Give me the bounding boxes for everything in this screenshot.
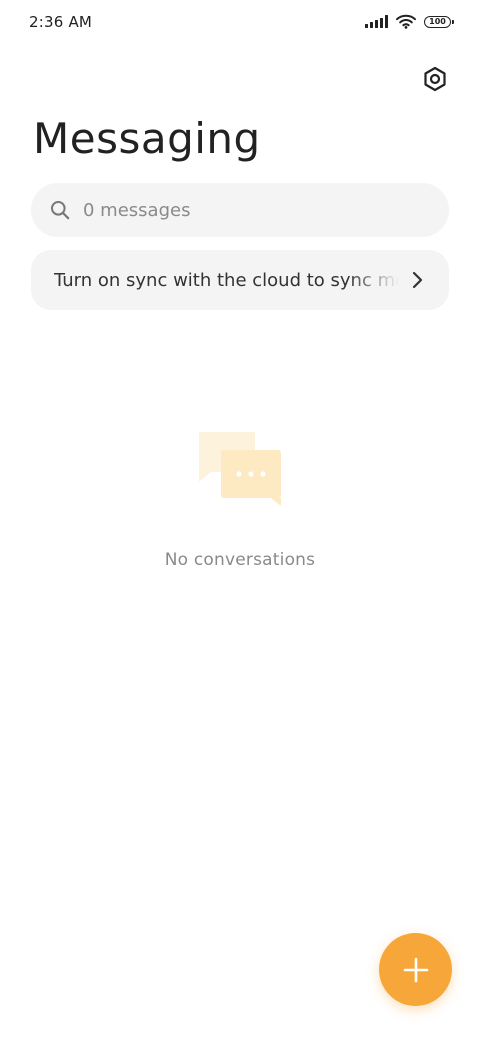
gear-icon [424, 66, 446, 92]
status-time: 2:36 AM [29, 13, 93, 31]
battery-level: 100 [429, 16, 446, 26]
wifi-icon [396, 14, 416, 29]
page-title: Messaging [33, 114, 261, 163]
new-conversation-button[interactable] [379, 933, 452, 1006]
messaging-screen: 2:36 AM 100 Messaging 0 messages Turn on… [0, 0, 480, 1040]
search-input[interactable] [83, 199, 403, 221]
status-bar: 2:36 AM 100 [0, 0, 480, 46]
empty-state: No conversations [0, 428, 480, 570]
search-bar[interactable] [31, 183, 449, 237]
signal-icon [365, 15, 388, 28]
status-icons: 100 [365, 14, 454, 29]
battery-icon: 100 [424, 15, 454, 28]
settings-button[interactable] [420, 64, 450, 94]
plus-icon [403, 957, 428, 982]
chevron-right-icon [409, 271, 427, 289]
search-icon [49, 199, 71, 221]
sync-banner-text: Turn on sync with the cloud to sync mess… [54, 269, 399, 291]
sync-banner[interactable]: Turn on sync with the cloud to sync mess… [31, 250, 449, 310]
empty-state-text: No conversations [164, 550, 316, 570]
chat-bubbles-icon [199, 432, 281, 506]
